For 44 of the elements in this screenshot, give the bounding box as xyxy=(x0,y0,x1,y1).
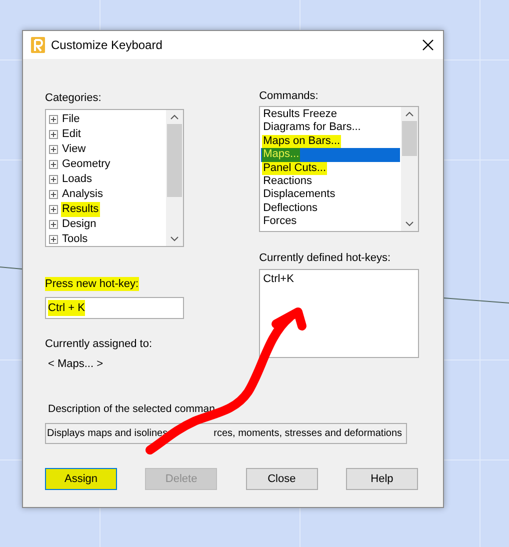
description-label: Description of the selected comman xyxy=(47,402,215,417)
command-item[interactable]: Forces xyxy=(261,215,400,229)
command-item[interactable]: Panel Cuts... xyxy=(261,162,400,176)
category-item[interactable]: Edit xyxy=(48,127,164,142)
hotkey-input-field[interactable]: Ctrl + K xyxy=(45,297,184,319)
categories-label: Categories: xyxy=(45,91,102,105)
assigned-command: < Maps... > xyxy=(47,357,104,371)
dialog-button[interactable]: Help xyxy=(346,468,418,490)
command-item[interactable]: Maps... xyxy=(261,148,400,162)
expand-icon[interactable] xyxy=(49,220,58,229)
category-item[interactable]: Design xyxy=(48,217,164,232)
category-item[interactable]: Results xyxy=(48,202,164,217)
commands-label: Commands: xyxy=(259,89,320,103)
expand-icon[interactable] xyxy=(49,145,58,154)
command-item[interactable]: Displacements xyxy=(261,188,400,202)
category-item[interactable]: Loads xyxy=(48,172,164,187)
expand-icon[interactable] xyxy=(49,235,58,244)
category-item[interactable]: Geometry xyxy=(48,157,164,172)
hotkey-item[interactable]: Ctrl+K xyxy=(262,272,416,287)
command-item[interactable]: Results Freeze xyxy=(261,108,400,122)
defined-hotkeys-label: Currently defined hot-keys: xyxy=(259,251,392,265)
expand-icon[interactable] xyxy=(49,160,58,169)
category-item[interactable]: Analysis xyxy=(48,187,164,202)
command-item[interactable]: Deflections xyxy=(261,202,400,216)
command-item[interactable]: Diagrams for Bars... xyxy=(261,121,400,135)
expand-icon[interactable] xyxy=(49,190,58,199)
category-item[interactable]: File xyxy=(48,112,164,127)
close-icon[interactable] xyxy=(421,38,435,52)
window-title: Customize Keyboard xyxy=(51,37,162,54)
description-text: rces, moments, stresses and deformations xyxy=(214,426,402,441)
dialog-button[interactable]: Close xyxy=(246,468,318,490)
expand-icon[interactable] xyxy=(49,175,58,184)
command-item[interactable]: Reactions xyxy=(261,175,400,188)
app-logo-icon xyxy=(31,37,45,53)
expand-icon[interactable] xyxy=(49,205,58,214)
scrollbar[interactable] xyxy=(166,110,184,246)
hotkey-label: Press new hot-key: xyxy=(45,277,139,291)
category-item[interactable]: Tools xyxy=(48,232,164,246)
scrollbar[interactable] xyxy=(401,107,418,231)
expand-icon[interactable] xyxy=(49,130,58,139)
assigned-label: Currently assigned to: xyxy=(45,337,153,351)
dialog-button[interactable]: Assign xyxy=(45,468,117,490)
category-item[interactable]: View xyxy=(48,142,164,157)
expand-icon[interactable] xyxy=(49,115,58,124)
